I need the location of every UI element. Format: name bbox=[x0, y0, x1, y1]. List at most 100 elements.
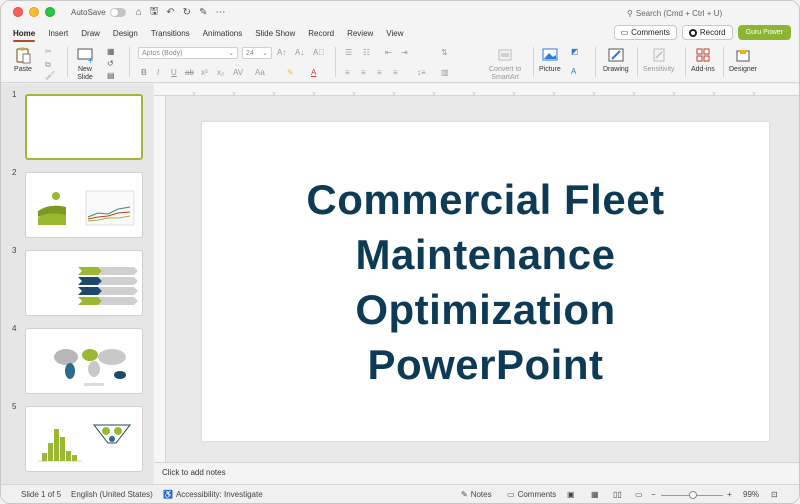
picture-button[interactable]: Picture bbox=[539, 46, 561, 74]
thumbnail-slide-1[interactable] bbox=[25, 94, 143, 160]
decrease-font-icon[interactable]: A↓ bbox=[295, 48, 304, 57]
thumbnail-item[interactable]: 2 bbox=[1, 168, 153, 238]
tab-view[interactable]: View bbox=[386, 26, 403, 41]
increase-font-icon[interactable]: A↑ bbox=[277, 48, 286, 57]
redo-icon[interactable]: ↻ bbox=[183, 7, 191, 18]
align-center-icon[interactable]: ≡ bbox=[361, 68, 366, 77]
align-right-icon[interactable]: ≡ bbox=[377, 68, 382, 77]
comments-button[interactable]: ▭ Comments bbox=[613, 25, 677, 40]
tab-draw[interactable]: Draw bbox=[81, 26, 100, 41]
notes-pane[interactable]: Click to add notes bbox=[154, 462, 799, 484]
text-direction-icon[interactable]: ⇅ bbox=[441, 48, 448, 57]
minimize-window-button[interactable] bbox=[29, 7, 39, 17]
superscript-icon[interactable]: x² bbox=[201, 68, 208, 77]
tab-home[interactable]: Home bbox=[13, 26, 36, 42]
font-name-select[interactable]: Aptos (Body) ⌄ bbox=[138, 47, 238, 59]
section-icon[interactable]: ▤ bbox=[107, 71, 115, 80]
thumbnail-slide-2[interactable] bbox=[25, 172, 143, 238]
search-input[interactable] bbox=[635, 8, 731, 18]
autosave-control[interactable]: AutoSave bbox=[71, 7, 126, 17]
align-left-icon[interactable]: ≡ bbox=[345, 68, 350, 77]
notes-toggle[interactable]: ✎ Notes bbox=[461, 490, 492, 499]
autosave-toggle[interactable] bbox=[109, 7, 126, 17]
current-slide[interactable]: Commercial Fleet Maintenance Optimizatio… bbox=[202, 122, 769, 441]
paste-button[interactable]: Paste bbox=[13, 46, 33, 74]
new-slide-button[interactable]: + New Slide bbox=[75, 46, 95, 82]
highlight-icon[interactable]: ✎ bbox=[287, 68, 294, 77]
search-box[interactable]: ⚲ bbox=[627, 6, 737, 20]
edit-icon[interactable]: ✎ bbox=[199, 7, 207, 18]
convert-smartart-label: Convert to SmartArt bbox=[489, 66, 522, 81]
more-icon[interactable]: ⋯ bbox=[215, 7, 225, 18]
slide-title[interactable]: Commercial Fleet Maintenance Optimizatio… bbox=[306, 172, 664, 392]
record-icon bbox=[688, 28, 697, 37]
reset-icon[interactable]: ↺ bbox=[107, 59, 114, 68]
drawing-icon bbox=[606, 46, 626, 64]
tab-insert[interactable]: Insert bbox=[48, 26, 68, 41]
underline-icon[interactable]: U bbox=[171, 68, 177, 77]
drawing-button[interactable]: Drawing bbox=[603, 46, 629, 74]
bullets-icon[interactable]: ☰ bbox=[345, 48, 352, 57]
thumbnail-item[interactable]: 5 bbox=[1, 402, 153, 472]
columns-icon[interactable]: ▥ bbox=[441, 68, 449, 77]
thumbnail-slide-5[interactable] bbox=[25, 406, 143, 472]
thumbnail-slide-4[interactable] bbox=[25, 328, 143, 394]
comments-toggle[interactable]: ▭ Comments bbox=[507, 490, 556, 499]
character-spacing-icon[interactable]: AV bbox=[233, 68, 243, 77]
sensitivity-label: Sensitivity bbox=[643, 66, 675, 73]
line-spacing-icon[interactable]: ↕≡ bbox=[417, 68, 426, 77]
bold-icon[interactable]: B bbox=[141, 68, 147, 77]
convert-smartart-button[interactable]: Convert to SmartArt bbox=[489, 46, 521, 82]
clear-format-icon[interactable]: A⃠ bbox=[313, 48, 324, 57]
strikethrough-icon[interactable]: ab bbox=[185, 68, 194, 77]
tab-slide-show[interactable]: Slide Show bbox=[255, 26, 295, 41]
thumbnail-item[interactable]: 1 bbox=[1, 90, 153, 160]
slideshow-view-icon[interactable]: ▭ bbox=[635, 490, 643, 499]
subscript-icon[interactable]: x₂ bbox=[217, 68, 224, 77]
save-icon[interactable]: 🖫 bbox=[150, 4, 159, 21]
home-icon[interactable]: ⌂ bbox=[136, 7, 142, 18]
numbering-icon[interactable]: ☷ bbox=[363, 48, 370, 57]
tab-review[interactable]: Review bbox=[347, 26, 373, 41]
thumbnail-slide-3[interactable] bbox=[25, 250, 143, 316]
italic-icon[interactable]: I bbox=[157, 68, 159, 77]
sensitivity-button[interactable]: Sensitivity bbox=[643, 46, 675, 74]
tab-animations[interactable]: Animations bbox=[203, 26, 243, 41]
fit-slide-icon[interactable]: ⊡ bbox=[771, 490, 778, 499]
decrease-indent-icon[interactable]: ⇤ bbox=[385, 48, 392, 57]
copy-icon[interactable]: ⧉ bbox=[45, 60, 51, 70]
font-size-select[interactable]: 24 ⌄ bbox=[242, 47, 272, 59]
text-box-icon[interactable]: A bbox=[571, 67, 576, 76]
layout-icon[interactable]: ▦ bbox=[107, 47, 115, 56]
designer-button[interactable]: Designer bbox=[729, 46, 757, 74]
zoom-slider-handle[interactable] bbox=[689, 491, 697, 499]
tab-design[interactable]: Design bbox=[113, 26, 138, 41]
close-window-button[interactable] bbox=[13, 7, 23, 17]
cut-icon[interactable]: ✂ bbox=[45, 47, 52, 56]
shapes-icon[interactable]: ◩ bbox=[571, 47, 579, 56]
change-case-icon[interactable]: Aa bbox=[255, 68, 265, 77]
thumbnail-item[interactable]: 4 bbox=[1, 324, 153, 394]
reading-view-icon[interactable]: ▯▯ bbox=[613, 490, 622, 499]
maximize-window-button[interactable] bbox=[45, 7, 55, 17]
justify-icon[interactable]: ≡ bbox=[393, 68, 398, 77]
language-indicator[interactable]: English (United States) bbox=[71, 490, 153, 499]
normal-view-icon[interactable]: ▣ bbox=[567, 490, 575, 499]
zoom-in-icon[interactable]: + bbox=[727, 490, 732, 499]
increase-indent-icon[interactable]: ⇥ bbox=[401, 48, 408, 57]
comments-status-label: Comments bbox=[517, 490, 557, 499]
picture-icon bbox=[540, 46, 560, 64]
tab-transitions[interactable]: Transitions bbox=[151, 26, 190, 41]
accessibility-status[interactable]: ♿ Accessibility: Investigate bbox=[163, 490, 263, 499]
addins-button[interactable]: Add-ins bbox=[691, 46, 715, 74]
tab-record[interactable]: Record bbox=[308, 26, 334, 41]
guru-power-button[interactable]: Guru Power bbox=[737, 25, 791, 40]
format-painter-icon[interactable]: 🖌 bbox=[45, 71, 55, 80]
zoom-out-icon[interactable]: − bbox=[651, 490, 656, 499]
thumbnail-item[interactable]: 3 bbox=[1, 246, 153, 316]
record-button[interactable]: Record bbox=[681, 25, 733, 40]
undo-icon[interactable]: ↶ bbox=[166, 7, 174, 18]
font-color-icon[interactable]: A bbox=[311, 68, 316, 77]
slide-sorter-icon[interactable]: ▦ bbox=[591, 490, 599, 499]
zoom-level[interactable]: 99% bbox=[743, 490, 759, 499]
